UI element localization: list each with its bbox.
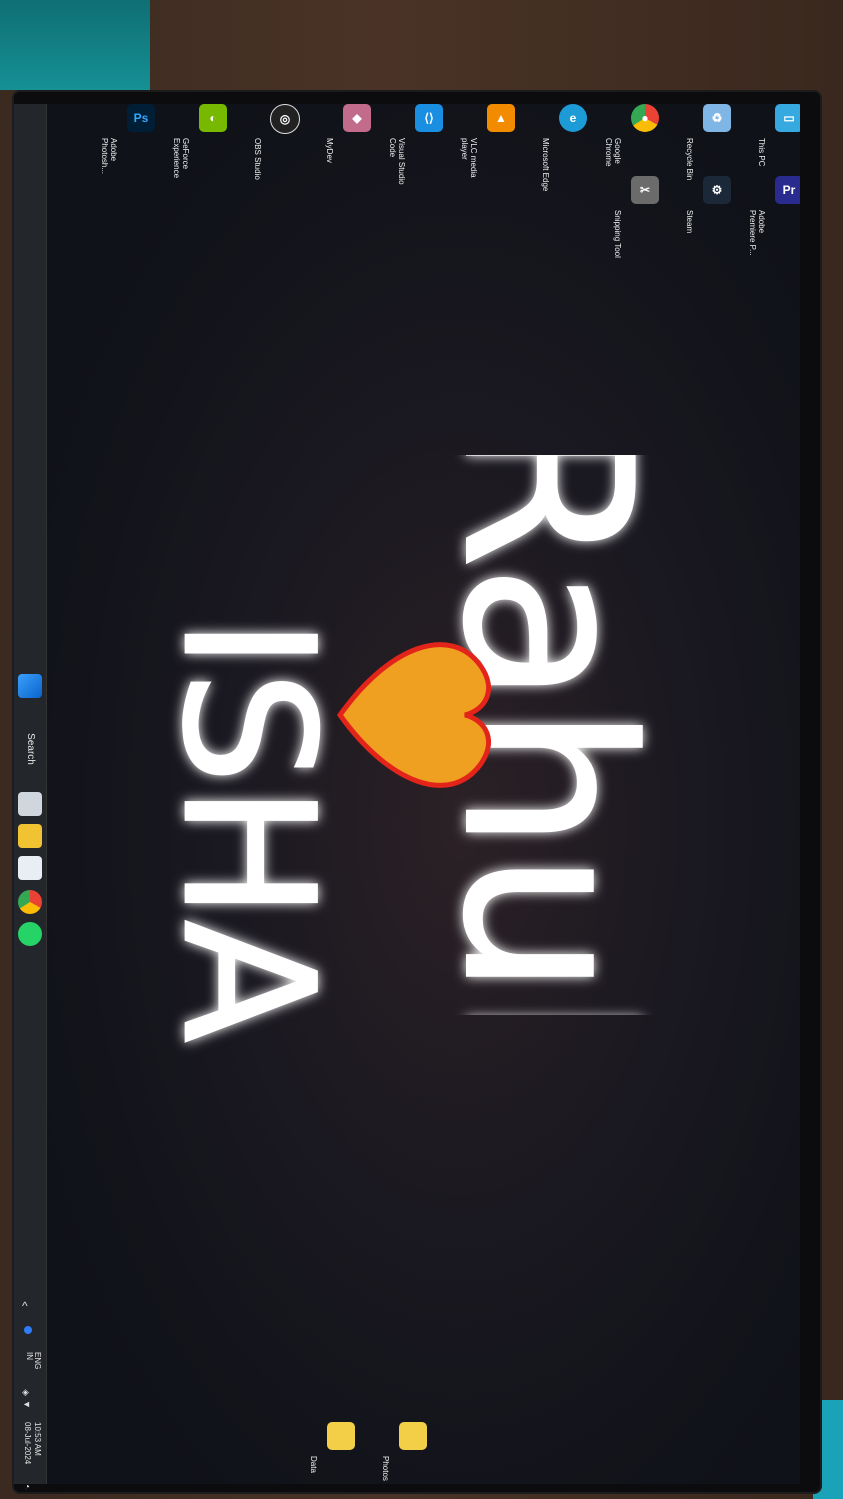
icon-label: GeForce Experience (172, 138, 190, 179)
notification-bell-icon[interactable]: ◔ (24, 1482, 30, 1493)
desktop-icon-vscode[interactable]: ⟨⟩ Visual Studio Code (388, 104, 460, 185)
start-button[interactable] (18, 674, 42, 698)
this-pc-icon: ▭ (775, 104, 800, 132)
icon-label: VLC media player (460, 138, 478, 178)
snipping-tool-icon: ✂ (631, 176, 659, 204)
wallpaper-text-isha: ISHA (142, 616, 340, 1044)
steam-icon: ⚙ (703, 176, 731, 204)
desktop-icon-photos-folder[interactable]: Photos (381, 1422, 444, 1484)
premiere-icon: Pr (775, 176, 800, 204)
network-volume-icons[interactable]: ◈ ◄ (22, 1386, 38, 1410)
chrome-taskbar-icon[interactable] (18, 890, 42, 914)
taskbar-app-icon[interactable] (18, 856, 42, 880)
clock-time[interactable]: 10:53 AM (33, 1422, 42, 1456)
language-region: IN (25, 1352, 34, 1360)
icon-label: Visual Studio Code (388, 138, 406, 185)
desktop-icon-geforce[interactable]: ◐ GeForce Experience (172, 104, 244, 178)
taskbar: Search ^ ENG IN ◈ ◄ 10:53 AM 08-Jul-2024 … (14, 104, 47, 1493)
folder-icon (399, 1422, 427, 1450)
desktop-icon-edge[interactable]: e Microsoft Edge (541, 104, 604, 191)
wallpaper-text-bottom: ISHA (143, 617, 340, 1043)
vscode-icon: ⟨⟩ (415, 104, 443, 132)
clock-date[interactable]: 08-Jul-2024 (23, 1422, 32, 1464)
desktop-icon-data-folder[interactable]: Data (309, 1422, 372, 1484)
icon-label: MyDev (325, 138, 334, 163)
desktop-icon-photoshop[interactable]: Ps Adobe Photosh... (100, 104, 172, 176)
wall-background (0, 0, 150, 90)
folder-icon (327, 1422, 355, 1450)
mydev-icon: ◆ (343, 104, 371, 132)
desktop-icon-mydev[interactable]: ◆ MyDev (325, 104, 388, 176)
icon-label: Microsoft Edge (541, 138, 550, 192)
bluetooth-icon[interactable] (24, 1326, 32, 1334)
geforce-icon: ◐ (199, 104, 227, 132)
desktop-icon-vlc[interactable]: ▲ VLC media player (460, 104, 532, 178)
desktop-icon-recycle-bin[interactable]: ♻ Recycle Bin (685, 104, 748, 180)
icon-label: OBS Studio (253, 138, 262, 180)
language-indicator[interactable]: ENG (33, 1352, 42, 1369)
task-view-button[interactable] (18, 792, 42, 816)
desktop-icon-snipping-tool[interactable]: ✂ Snipping Tool (613, 176, 676, 258)
icon-label: Photos (381, 1456, 390, 1481)
desktop-icon-obs[interactable]: ◎ OBS Studio (253, 104, 316, 180)
recycle-bin-icon: ♻ (703, 104, 731, 132)
desktop-icon-this-pc[interactable]: ▭ This PC (757, 104, 800, 176)
photoshop-icon: Ps (127, 104, 155, 132)
desktop-icon-steam[interactable]: ⚙ Steam (685, 176, 748, 248)
icon-label: Adobe Photosh... (100, 138, 118, 175)
obs-icon: ◎ (270, 104, 300, 134)
chrome-icon: ● (631, 104, 659, 132)
vlc-icon: ▲ (487, 104, 515, 132)
taskbar-search[interactable]: Search (14, 714, 46, 784)
icon-label: Adobe Premiere P... (748, 210, 766, 256)
icon-label: Data (309, 1456, 318, 1473)
icon-label: Steam (685, 210, 694, 234)
tray-chevron-icon[interactable]: ^ (22, 1299, 28, 1313)
heart-icon (336, 642, 492, 788)
search-label: Search (25, 733, 36, 765)
edge-icon: e (559, 104, 587, 132)
whatsapp-taskbar-icon[interactable] (18, 922, 42, 946)
file-explorer-taskbar-icon[interactable] (18, 824, 42, 848)
icon-label: Snipping Tool (613, 210, 622, 258)
desktop-icon-premiere[interactable]: Pr Adobe Premiere P... (748, 176, 800, 256)
desktop-icon-chrome[interactable]: ● Google Chrome (604, 104, 676, 176)
